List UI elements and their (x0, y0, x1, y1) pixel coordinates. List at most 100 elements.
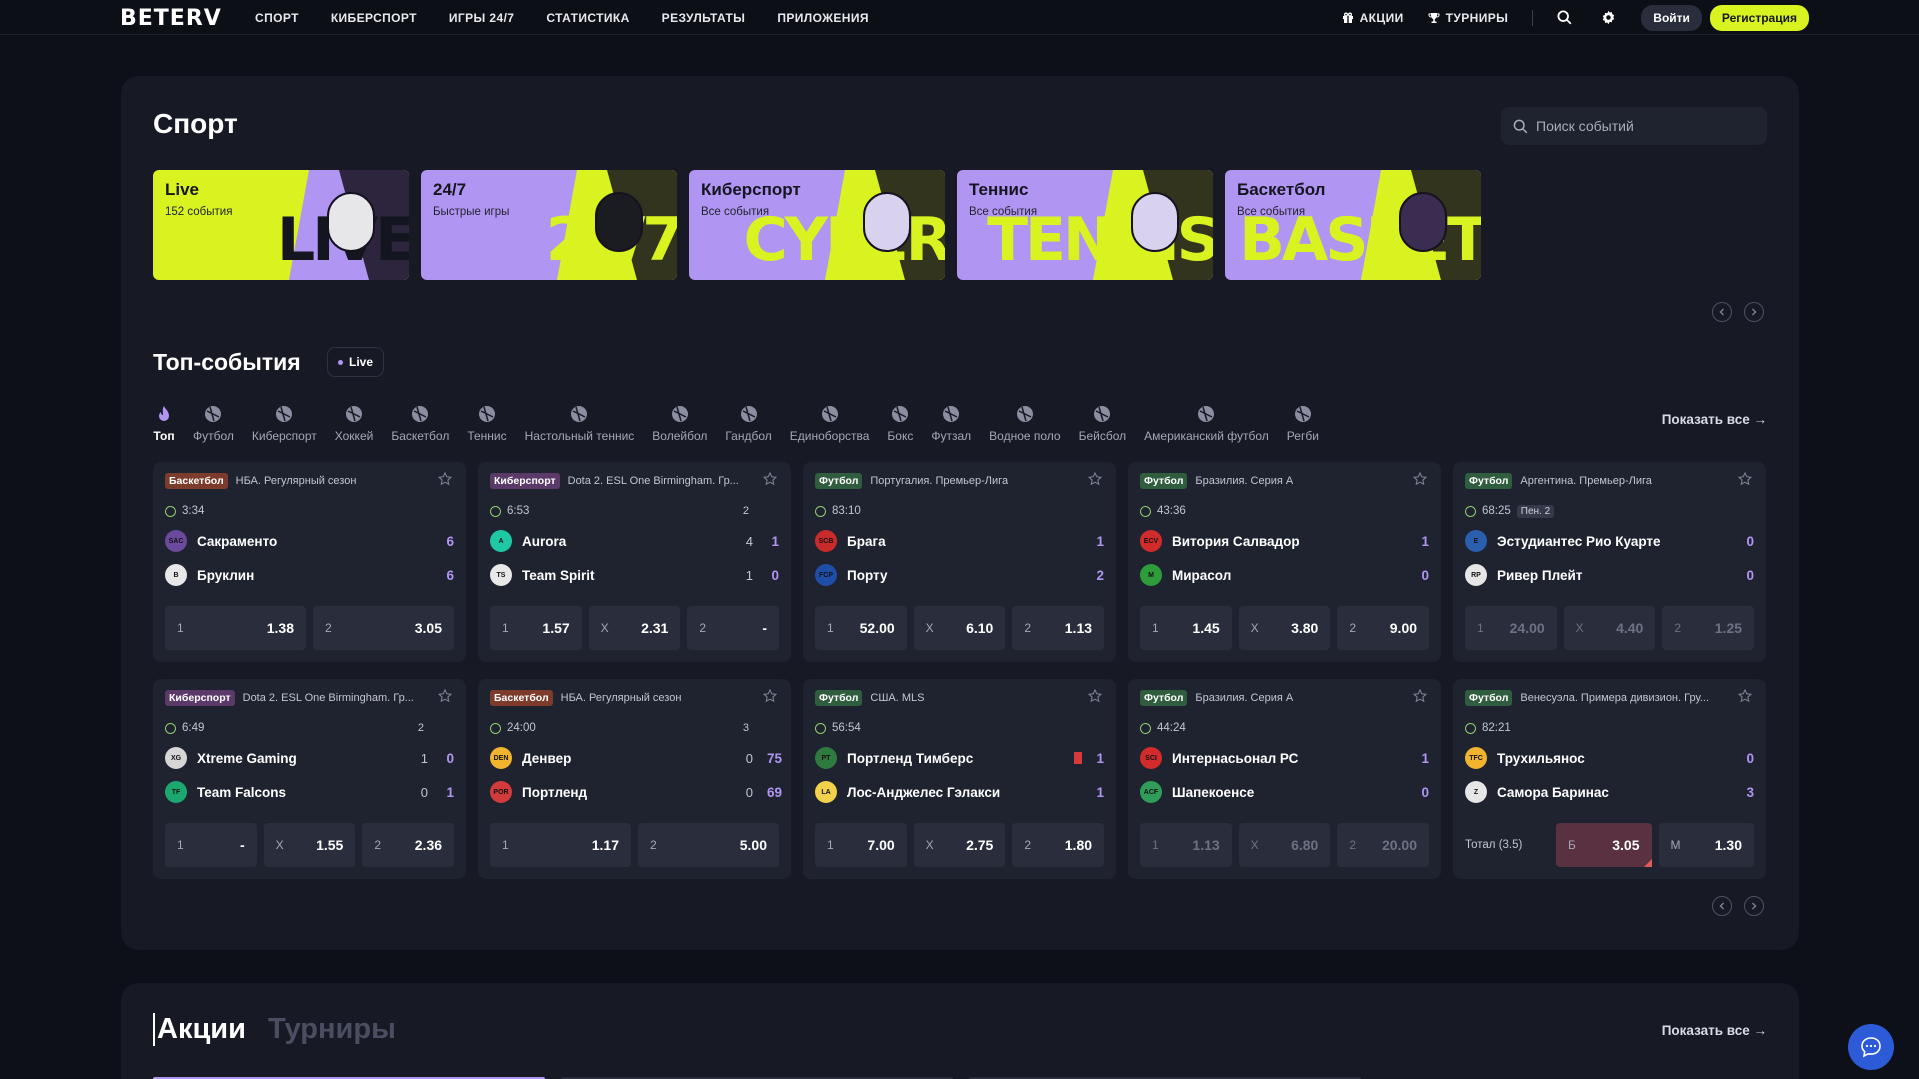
register-button[interactable]: Регистрация (1709, 4, 1809, 31)
promotions-link[interactable]: АКЦИИ (1342, 11, 1404, 25)
sport-filter-5[interactable]: Теннис (467, 403, 507, 443)
odds-button[interactable]: 1 1.17 (490, 823, 631, 867)
category-subtitle: Все события (969, 206, 1038, 218)
sport-filter-2[interactable]: Киберспорт (252, 403, 317, 443)
nav-link-0[interactable]: СПОРТ (255, 11, 299, 25)
category-card-0[interactable]: LIVELive152 события (153, 170, 409, 280)
odds-button[interactable]: X 6.10 (913, 606, 1006, 650)
team-row: TFC Трухильянос 0 (1465, 747, 1754, 769)
event-card-header: Киберспорт Dota 2. ESL One Birmingham. Гр… (165, 689, 454, 707)
sport-filter-1[interactable]: Футбол (193, 403, 234, 443)
tab-tournaments[interactable]: Турниры (268, 1013, 396, 1046)
nav-link-1[interactable]: КИБЕРСПОРТ (331, 11, 417, 25)
odds-button[interactable]: 2 5.00 (638, 823, 779, 867)
odds-button[interactable]: 2 9.00 (1337, 606, 1430, 650)
sport-filter-14[interactable]: Американский футбол (1144, 403, 1269, 443)
event-card[interactable]: Футбол Аргентина. Премьер-Лига 68:25 Пен. 2… (1453, 462, 1766, 662)
favorite-star-icon[interactable] (1087, 471, 1104, 488)
nav-link-5[interactable]: ПРИЛОЖЕНИЯ (777, 11, 869, 25)
favorite-star-icon[interactable] (437, 688, 454, 705)
sport-filter-3[interactable]: Хоккей (335, 403, 373, 443)
favorite-star-icon[interactable] (1737, 471, 1754, 488)
beterv-logo[interactable]: BETERV (120, 6, 222, 31)
nav-link-4[interactable]: РЕЗУЛЬТАТЫ (662, 11, 746, 25)
odds-button[interactable]: 2 1.80 (1012, 823, 1105, 867)
odds-button[interactable]: X 2.75 (913, 823, 1006, 867)
sport-filter-9[interactable]: Единоборства (790, 403, 869, 443)
odds-button[interactable]: 2 2.36 (362, 823, 455, 867)
sport-filter-8[interactable]: Гандбол (725, 403, 772, 443)
sport-filter-11[interactable]: Футзал (931, 403, 971, 443)
category-card-4[interactable]: BASKET Баскетбол Все события (1225, 170, 1481, 280)
favorite-star-icon[interactable] (437, 471, 454, 488)
odds-button[interactable]: М 1.30 (1658, 823, 1754, 867)
odds-button[interactable]: 1 1.57 (490, 606, 582, 650)
search-input[interactable] (1536, 118, 1756, 134)
carousel-prev-button[interactable] (1712, 302, 1732, 322)
sport-filter-0[interactable]: Топ (153, 403, 175, 443)
gear-icon (1602, 10, 1614, 25)
favorite-star-icon[interactable] (1412, 471, 1429, 488)
odds-button[interactable]: 2 1.13 (1012, 606, 1105, 650)
odds-button[interactable]: 1 1.13 (1140, 823, 1232, 867)
odds-value: 3.05 (414, 620, 442, 636)
category-card-1[interactable]: 24/724/7Быстрые игры (421, 170, 677, 280)
carousel-next-button[interactable] (1744, 302, 1764, 322)
sport-filter-4[interactable]: Баскетбол (391, 403, 449, 443)
nav-link-3[interactable]: СТАТИСТИКА (546, 11, 629, 25)
event-card[interactable]: Футбол Бразилия. Серия А 44:24 SCI Интернась… (1128, 679, 1441, 879)
odds-button[interactable]: X 1.55 (263, 823, 356, 867)
nav-link-2[interactable]: ИГРЫ 24/7 (449, 11, 514, 25)
login-button[interactable]: Войти (1641, 4, 1702, 31)
favorite-star-icon[interactable] (1087, 688, 1104, 705)
odds-button[interactable]: X 4.40 (1563, 606, 1656, 650)
event-card[interactable]: Баскетбол НБА. Регулярный сезон 24:00 3 DEN Д… (478, 679, 791, 879)
odds-button[interactable]: 1 52.00 (815, 606, 907, 650)
show-all-events-link[interactable]: Показать все → (1662, 412, 1767, 427)
event-card[interactable]: Киберспорт Dota 2. ESL One Birmingham. Гр… (153, 679, 466, 879)
event-card[interactable]: Баскетбол НБА. Регулярный сезон 3:34 SAC Сак… (153, 462, 466, 662)
event-card[interactable]: Футбол Бразилия. Серия А 43:36 ECV Витория С… (1128, 462, 1441, 662)
events-next-button[interactable] (1744, 896, 1764, 916)
settings-button[interactable] (1597, 7, 1619, 29)
category-card-3[interactable]: TENNIS Теннис Все события (957, 170, 1213, 280)
sport-filter-12[interactable]: Водное поло (989, 403, 1061, 443)
odds-button[interactable]: X 6.80 (1238, 823, 1331, 867)
favorite-star-icon[interactable] (762, 471, 779, 488)
sport-filter-7[interactable]: Волейбол (652, 403, 707, 443)
american-football-icon (1195, 403, 1217, 425)
sport-filter-13[interactable]: Бейсбол (1079, 403, 1126, 443)
favorite-star-icon[interactable] (1737, 688, 1754, 705)
sport-badge: Футбол (1140, 690, 1188, 706)
sport-filter-15[interactable]: Регби (1287, 403, 1319, 443)
odds-button[interactable]: Б 3.05 (1556, 823, 1652, 867)
event-card[interactable]: Футбол Португалия. Премьер-Лига 83:10 SCB Бр… (803, 462, 1116, 662)
live-filter-chip[interactable]: Live (327, 347, 385, 377)
odds-button[interactable]: 1 7.00 (815, 823, 907, 867)
support-chat-button[interactable] (1848, 1024, 1894, 1070)
favorite-star-icon[interactable] (762, 688, 779, 705)
odds-button[interactable]: 1 1.45 (1140, 606, 1232, 650)
favorite-star-icon[interactable] (1412, 688, 1429, 705)
odds-button[interactable]: 1 24.00 (1465, 606, 1557, 650)
tournaments-link[interactable]: ТУРНИРЫ (1428, 11, 1509, 25)
odds-button[interactable]: X 2.31 (588, 606, 681, 650)
odds-button[interactable]: 1 1.38 (165, 606, 306, 650)
search-button[interactable] (1553, 7, 1575, 29)
odds-button[interactable]: 2 20.00 (1337, 823, 1430, 867)
event-card[interactable]: Футбол США. MLS 56:54 PT Портленд Тимберс 1 LA… (803, 679, 1116, 879)
odds-button[interactable]: 1- (165, 823, 257, 867)
odds-button[interactable]: X 3.80 (1238, 606, 1331, 650)
tab-promotions[interactable]: Акции (153, 1013, 246, 1046)
event-search[interactable] (1501, 107, 1767, 145)
event-card[interactable]: Футбол Венесуэла. Примера дивизион. Гру..… (1453, 679, 1766, 879)
show-all-promos-link[interactable]: Показать все → (1662, 1023, 1767, 1038)
odds-button[interactable]: 2 3.05 (313, 606, 454, 650)
event-card[interactable]: Киберспорт Dota 2. ESL One Birmingham. Гр… (478, 462, 791, 662)
category-card-2[interactable]: CYBER Киберспорт Все события (689, 170, 945, 280)
events-prev-button[interactable] (1712, 896, 1732, 916)
sport-filter-6[interactable]: Настольный теннис (525, 403, 634, 443)
sport-filter-10[interactable]: Бокс (887, 403, 913, 443)
odds-button[interactable]: 2 1.25 (1662, 606, 1755, 650)
odds-button[interactable]: 2- (687, 606, 780, 650)
